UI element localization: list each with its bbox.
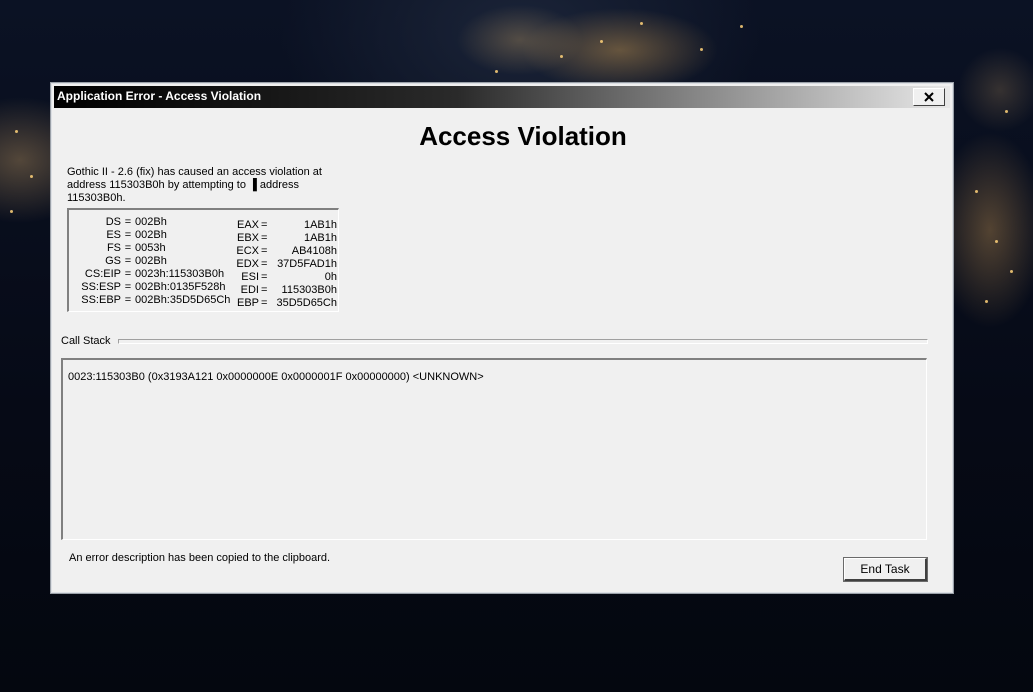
register-value: 002Bh:0135F528h (135, 281, 226, 293)
callstack-label: Call Stack (61, 335, 111, 347)
status-message: An error description has been copied to … (69, 552, 331, 564)
register-name: DS (105, 216, 121, 228)
error-headline: Access Violation (419, 121, 627, 151)
register-row: FS = 0053h (73, 242, 230, 255)
register-row: GS = 002Bh (73, 255, 230, 268)
register-panel: DS = 002Bh ES = 002Bh FS = 0053h GS = 002Bh CS:E… (67, 208, 339, 312)
register-name: EDX (236, 258, 259, 270)
register-value: 002Bh:35D5D65Ch (135, 294, 231, 306)
register-name: EAX (236, 219, 259, 231)
close-icon (924, 92, 934, 102)
register-row: EDX = 37D5FAD1h (227, 258, 337, 271)
register-value: AB4108h (291, 245, 337, 257)
register-row: DS = 002Bh (73, 216, 230, 229)
register-row: ES = 002Bh (73, 229, 230, 242)
segment-registers: DS = 002Bh ES = 002Bh FS = 0053h GS = 002Bh CS:E… (73, 216, 230, 307)
register-name: ESI (241, 271, 259, 283)
register-name: GS (105, 255, 121, 267)
register-row: ECX = AB4108h (227, 245, 337, 258)
register-value: 002Bh (135, 229, 167, 241)
register-value: 0023h:115303B0h (135, 268, 225, 280)
register-value: 35D5D65Ch (276, 297, 337, 309)
title-bar[interactable]: Application Error - Access Violation (54, 86, 950, 108)
register-row: CS:EIP = 0023h:115303B0h (73, 268, 230, 281)
register-row: ESI = 0h (227, 271, 337, 284)
register-name: FS (106, 242, 121, 254)
register-value: 1AB1h (303, 219, 337, 231)
register-row: EBP = 35D5D65Ch (227, 297, 337, 310)
register-row: SS:EBP = 002Bh:35D5D65Ch (73, 294, 230, 307)
register-value: 115303B0h (281, 284, 337, 296)
register-name: ECX (236, 245, 259, 257)
register-value: 002Bh (135, 255, 167, 267)
register-name: ES (106, 229, 121, 241)
callstack-divider (118, 339, 928, 344)
register-name: EBP (236, 297, 259, 309)
register-name: EDI (240, 284, 259, 296)
general-registers: EAX = 1AB1h EBX = 1AB1h ECX = AB4108h EDX = 37D5… (227, 219, 337, 310)
register-value: 002Bh (135, 216, 167, 228)
register-value: 37D5FAD1h (277, 258, 337, 270)
register-row: EDI = 115303B0h (227, 284, 337, 297)
register-name: SS:ESP (81, 281, 121, 293)
register-value: 1AB1h (303, 232, 337, 244)
register-row: EAX = 1AB1h (227, 219, 337, 232)
register-name: EBX (236, 232, 259, 244)
register-name: CS:EIP (84, 268, 121, 280)
error-dialog: Application Error - Access Violation Acc… (50, 82, 954, 594)
close-button[interactable] (913, 88, 945, 106)
register-value: 0h (324, 271, 337, 283)
callstack-list[interactable]: 0023:115303B0 (0x3193A121 0x0000000E 0x0… (61, 358, 927, 540)
register-row: EBX = 1AB1h (227, 232, 337, 245)
end-task-button[interactable]: End Task (843, 557, 928, 582)
register-row: SS:ESP = 002Bh:0135F528h (73, 281, 230, 294)
window-title: Application Error - Access Violation (57, 89, 262, 103)
callstack-entry[interactable]: 0023:115303B0 (0x3193A121 0x0000000E 0x0… (68, 371, 484, 383)
error-description: Gothic II - 2.6 (fix) has caused an acce… (67, 166, 322, 204)
register-value: 0053h (135, 242, 166, 254)
register-name: SS:EBP (81, 294, 121, 306)
